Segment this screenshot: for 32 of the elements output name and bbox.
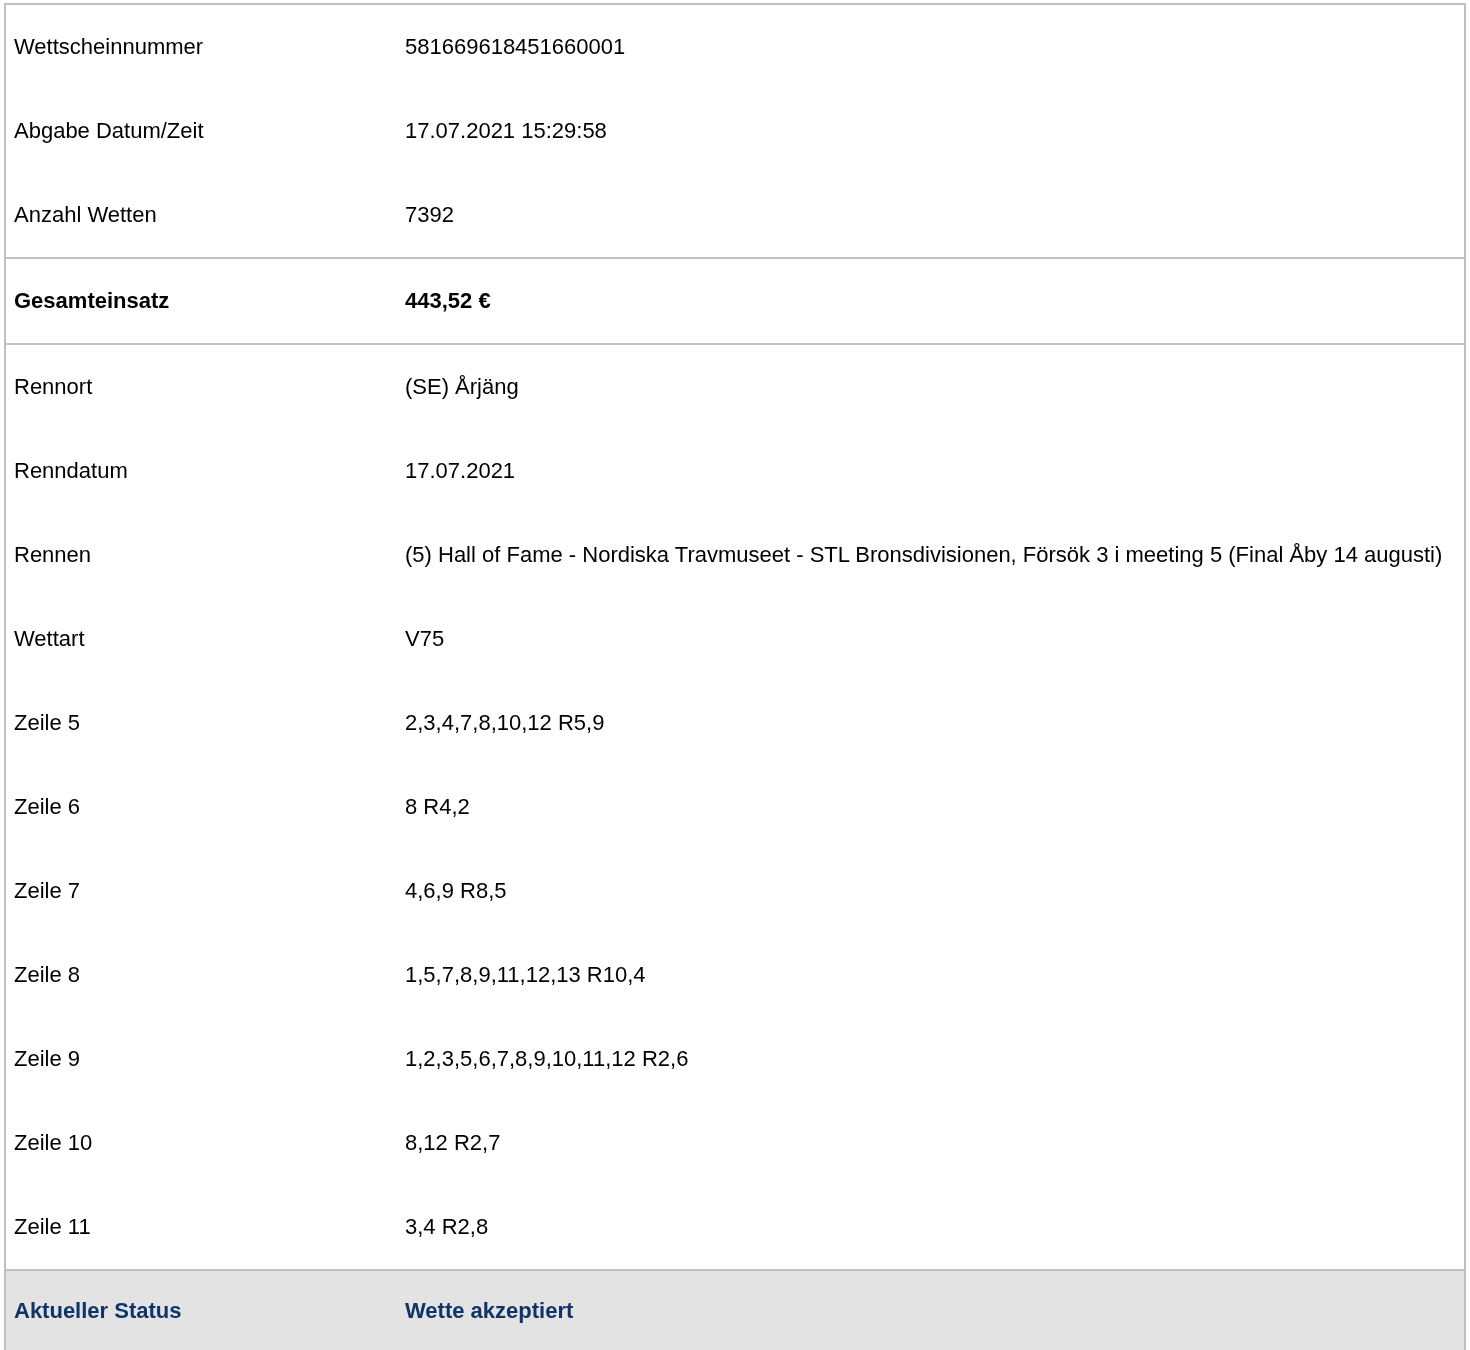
field-label: Zeile 6 xyxy=(13,793,82,821)
field-label: Wettart xyxy=(13,625,86,653)
field-label: Aktueller Status xyxy=(13,1297,183,1325)
field-value: (SE) Årjäng xyxy=(405,373,520,401)
field-value: 7392 xyxy=(405,201,455,229)
field-label: Rennort xyxy=(13,373,94,401)
field-value: 581669618451660001 xyxy=(405,33,627,61)
field-label: Abgabe Datum/Zeit xyxy=(13,117,205,145)
field-value: (5) Hall of Fame - Nordiska Travmuseet - STL Bronsdivisionen, Försök 3 i meeting 5 (Final Åby 14 augusti) xyxy=(405,541,1444,569)
field-label: Zeile 9 xyxy=(13,1045,82,1073)
field-value: 1,5,7,8,9,11,12,13 R10,4 xyxy=(405,961,647,989)
field-value: 17.07.2021 xyxy=(405,457,517,485)
field-label: Zeile 11 xyxy=(13,1213,92,1241)
field-label: Anzahl Wetten xyxy=(13,201,158,229)
field-value: 4,6,9 R8,5 xyxy=(405,877,508,905)
field-value: V75 xyxy=(405,625,446,653)
field-label: Rennen xyxy=(13,541,93,569)
field-value: 8 R4,2 xyxy=(405,793,471,821)
field-label: Gesamteinsatz xyxy=(13,287,171,315)
field-value: 17.07.2021 15:29:58 xyxy=(405,117,608,145)
field-value: 3,4 R2,8 xyxy=(405,1213,490,1241)
field-value: 1,2,3,5,6,7,8,9,10,11,12 R2,6 xyxy=(405,1045,690,1073)
field-value: Wette akzeptiert xyxy=(405,1297,575,1325)
field-label: Wettscheinnummer xyxy=(13,33,205,61)
field-value: 443,52 € xyxy=(405,287,492,315)
field-value: 8,12 R2,7 xyxy=(405,1129,502,1157)
field-label: Zeile 10 xyxy=(13,1129,94,1157)
field-label: Zeile 8 xyxy=(13,961,82,989)
field-label: Zeile 5 xyxy=(13,709,82,737)
field-value: 2,3,4,7,8,10,12 R5,9 xyxy=(405,709,606,737)
field-label: Zeile 7 xyxy=(13,877,82,905)
field-label: Renndatum xyxy=(13,457,129,485)
